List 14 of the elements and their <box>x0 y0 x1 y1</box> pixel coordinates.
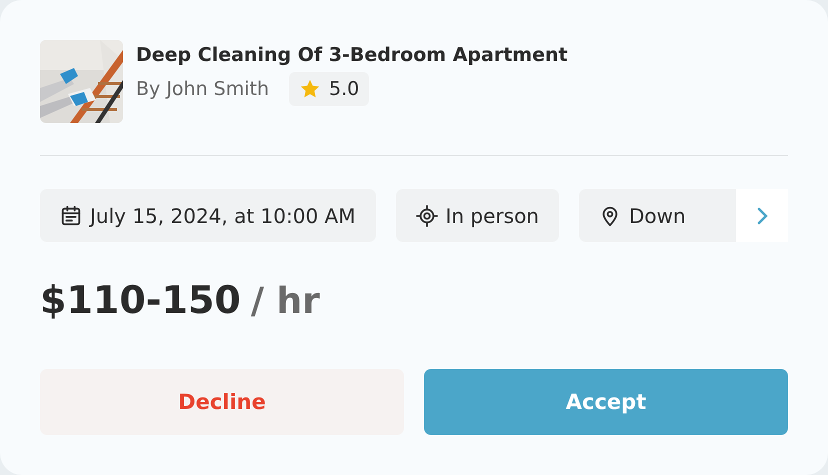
price-amount: $110-150 <box>40 278 241 322</box>
scroll-right-button[interactable] <box>736 189 788 242</box>
accept-button[interactable]: Accept <box>424 369 788 435</box>
author-name: By John Smith <box>136 78 270 100</box>
star-icon <box>299 78 322 100</box>
calendar-icon <box>60 204 82 226</box>
chip-label: July 15, 2024, at 10:00 AM <box>90 204 356 228</box>
rating-value: 5.0 <box>329 78 360 100</box>
chip-label: In person <box>446 204 539 228</box>
job-title: Deep Cleaning Of 3-Bedroom Apartment <box>136 44 568 66</box>
decline-button[interactable]: Decline <box>40 369 404 435</box>
price-unit: / hr <box>250 281 320 322</box>
target-icon <box>416 204 438 226</box>
chip-label: Down <box>629 204 686 228</box>
